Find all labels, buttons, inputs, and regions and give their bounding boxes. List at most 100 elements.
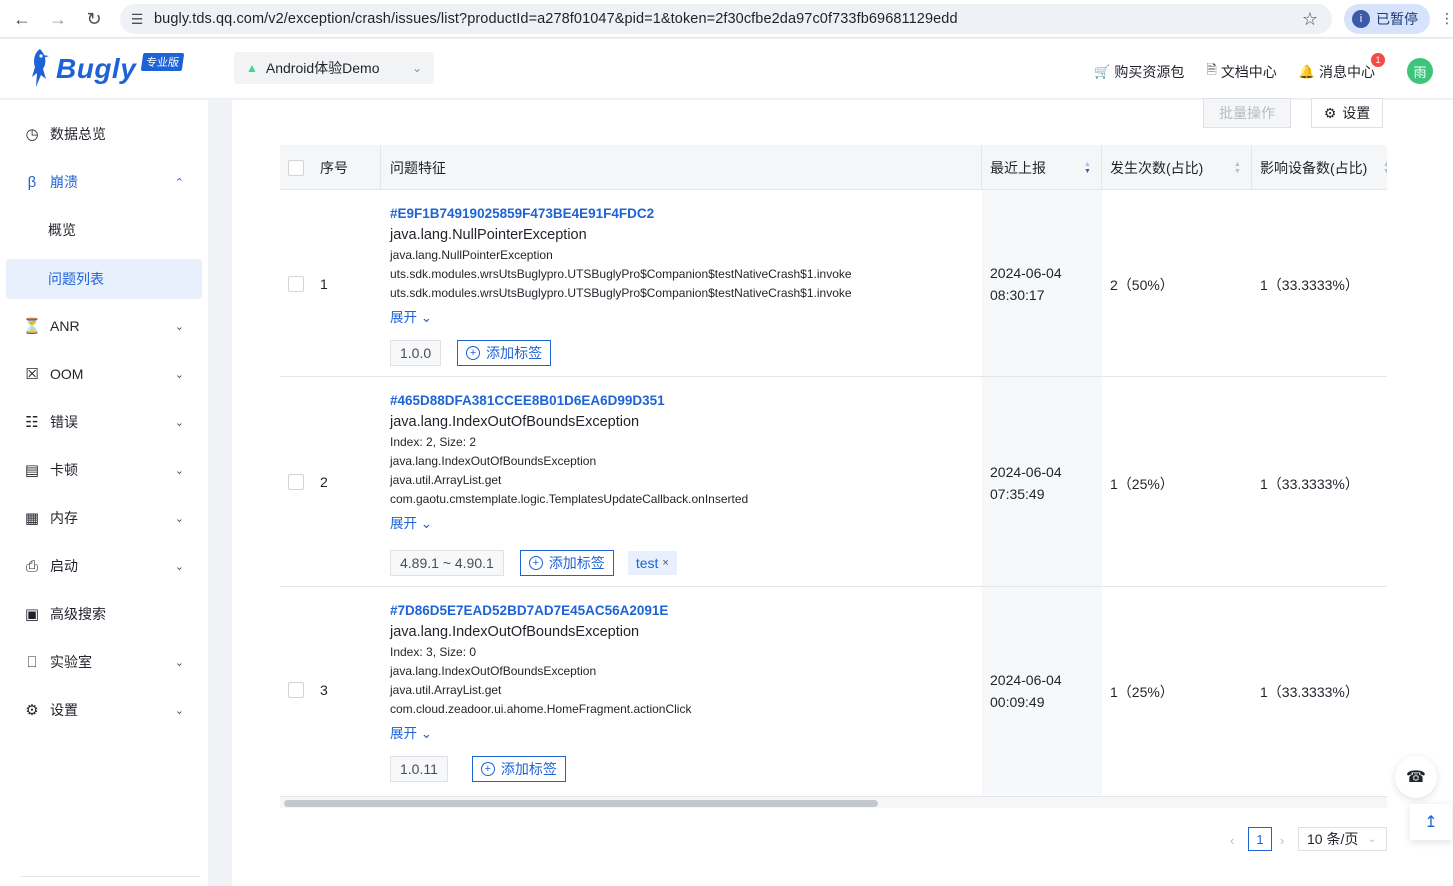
bugly-logo[interactable]: Bugly 专业版 (28, 47, 185, 91)
customer-service-headset-icon[interactable]: ☎ (1395, 756, 1437, 798)
app-selector[interactable]: ▲ Android体验Demo ⌄ (234, 52, 434, 84)
sidebar-item-settings[interactable]: ⚙ 设置 ⌄ (0, 690, 208, 730)
select-all-checkbox[interactable] (288, 145, 304, 190)
stack-line: uts.sdk.modules.wrsUtsBuglypro.UTSBuglyP… (390, 286, 852, 300)
last-report-cell: 2024-06-04 07:35:49 (990, 464, 1062, 502)
address-bar[interactable]: ☰ bugly.tds.qq.com/v2/exception/crash/is… (120, 4, 1332, 34)
sidebar-item-lab[interactable]: ⎕ 实验室 ⌄ (0, 642, 208, 682)
docs-center-link[interactable]: 🗎 文档中心 (1206, 61, 1276, 83)
sidebar-item-crash[interactable]: β 崩溃 ⌃ (0, 162, 208, 202)
sidebar-subitem-crash-overview[interactable]: 概览 (6, 210, 202, 250)
close-icon[interactable]: × (662, 557, 668, 569)
issue-id-link[interactable]: #E9F1B74919025859F473BE4E91F4FDC2 (390, 206, 852, 221)
plus-circle-icon: + (466, 346, 481, 360)
anr-icon: ⏳ (22, 318, 42, 335)
sort-devices-icon[interactable]: ▲ ▼ (1383, 161, 1387, 175)
user-avatar[interactable]: 雨 (1407, 58, 1433, 84)
reload-icon[interactable]: ↻ (76, 1, 112, 37)
last-report-cell: 2024-06-04 00:09:49 (990, 672, 1062, 710)
issue-title: java.lang.IndexOutOfBoundsException (390, 414, 640, 430)
devices-cell: 1（33.3333%） (1260, 277, 1359, 293)
expand-link[interactable]: 展开 ⌄ (390, 512, 748, 532)
occurrences-cell: 1（25%） (1110, 684, 1174, 700)
lab-icon: ⎕ (27, 653, 37, 671)
profile-paused-button[interactable]: i 已暂停 (1344, 4, 1430, 34)
header-last-report[interactable]: 最近上报 (990, 145, 1046, 190)
sort-occurrences-icon[interactable]: ▲ ▼ (1234, 161, 1241, 175)
sidebar-item-memory[interactable]: ▦ 内存 ⌄ (0, 498, 208, 538)
sidebar-divider (20, 876, 200, 877)
page-number-current[interactable]: 1 (1248, 827, 1272, 851)
settings-icon: ⚙ (25, 702, 39, 719)
expand-link[interactable]: 展开 ⌄ (390, 306, 852, 326)
sidebar-item-error[interactable]: ☷ 错误 ⌄ (0, 402, 208, 442)
more-menu-icon[interactable]: ⋮ (1440, 10, 1453, 27)
plus-circle-icon: + (528, 556, 543, 570)
pro-badge: 专业版 (141, 53, 185, 71)
issue-id-link[interactable]: #465D88DFA381CCEE8B01D6EA6D99D351 (390, 393, 748, 408)
chevron-down-icon: ⌄ (174, 512, 184, 525)
next-page-icon[interactable]: › (1280, 833, 1284, 848)
sidebar-item-advanced-search[interactable]: ▣ 高级搜索 (0, 594, 208, 634)
sidebar: ◷ 数据总览 β 崩溃 ⌃ 概览 问题列表 ⏳ ANR ⌄ ☒ OOM ⌄ ☷ … (0, 100, 208, 886)
plus-circle-icon: + (480, 762, 495, 776)
back-to-top-icon[interactable]: ↥ (1410, 804, 1452, 840)
chevron-down-icon: ⌄ (417, 310, 433, 325)
header-occurrences[interactable]: 发生次数(占比) (1110, 145, 1203, 190)
document-icon: 🗎 (1206, 62, 1217, 77)
logo-text: Bugly (56, 53, 137, 84)
sidebar-subitem-issue-list[interactable]: 问题列表 (6, 259, 202, 299)
sidebar-item-overview[interactable]: ◷ 数据总览 (0, 114, 208, 154)
header-devices[interactable]: 影响设备数(占比) (1260, 145, 1367, 190)
horizontal-scrollbar[interactable] (280, 796, 1387, 808)
issue-feature: #E9F1B74919025859F473BE4E91F4FDC2 java.l… (390, 206, 852, 366)
sidebar-item-anr[interactable]: ⏳ ANR ⌄ (0, 306, 208, 346)
batch-operation-button[interactable]: 批量操作 (1203, 98, 1291, 128)
error-icon: ☷ (25, 414, 39, 431)
add-tag-button[interactable]: + 添加标签 (457, 340, 552, 366)
sidebar-item-oom[interactable]: ☒ OOM ⌄ (0, 354, 208, 394)
issue-id-link[interactable]: #7D86D5E7EAD52BD7AD7E45AC56A2091E (390, 603, 691, 618)
expand-link[interactable]: 展开 ⌄ (390, 722, 691, 742)
prev-page-icon[interactable]: ‹ (1230, 833, 1234, 848)
header-index: 序号 (320, 159, 348, 176)
devices-cell: 1（33.3333%） (1260, 684, 1359, 700)
stack-line: com.gaotu.cmstemplate.logic.TemplatesUpd… (390, 492, 749, 506)
issue-title: java.lang.IndexOutOfBoundsException (390, 624, 640, 640)
app-name: Android体验Demo (265, 60, 380, 76)
stack-line: java.util.ArrayList.get (390, 473, 502, 487)
stack-line: java.lang.NullPointerException (390, 248, 553, 262)
message-count-badge: 1 (1371, 53, 1385, 67)
chevron-down-icon: ⌄ (174, 560, 184, 573)
table-settings-button[interactable]: ⚙ 设置 (1311, 98, 1383, 128)
add-tag-button[interactable]: + 添加标签 (471, 756, 566, 782)
sort-last-report-icon[interactable]: ▲ ▼ (1084, 161, 1091, 175)
cart-icon: 🛒 (1094, 64, 1111, 79)
bookmark-star-icon[interactable]: ☆ (1302, 9, 1318, 30)
add-tag-button[interactable]: + 添加标签 (519, 550, 614, 576)
row-index: 3 (320, 682, 328, 698)
browser-toolbar: ← → ↻ ☰ bugly.tds.qq.com/v2/exception/cr… (0, 0, 1453, 38)
scrollbar-thumb[interactable] (284, 800, 878, 807)
back-icon[interactable]: ← (4, 1, 40, 37)
message-center-link[interactable]: 🔔 消息中心 1 (1299, 53, 1385, 83)
page-size-select[interactable]: 10 条/页 ⌄ (1298, 827, 1387, 851)
android-icon: ▲ (246, 61, 258, 75)
sidebar-item-lag[interactable]: ▤ 卡顿 ⌄ (0, 450, 208, 490)
clock-icon: ◷ (25, 126, 39, 143)
lag-icon: ▤ (24, 462, 40, 479)
row-checkbox[interactable] (288, 276, 304, 292)
issue-feature: #465D88DFA381CCEE8B01D6EA6D99D351 java.l… (390, 393, 748, 576)
occurrences-cell: 1（25%） (1110, 476, 1174, 492)
sidebar-item-launch[interactable]: ⎙ 启动 ⌄ (0, 546, 208, 586)
header-feature: 问题特征 (390, 159, 446, 176)
chevron-down-icon: ⌄ (417, 726, 433, 741)
row-checkbox[interactable] (288, 682, 304, 698)
forward-icon[interactable]: → (40, 1, 76, 37)
url-text: bugly.tds.qq.com/v2/exception/crash/issu… (154, 11, 958, 27)
site-info-icon[interactable]: ☰ (120, 11, 154, 28)
stack-line: Index: 2, Size: 2 (390, 435, 477, 449)
row-checkbox[interactable] (288, 474, 304, 490)
profile-icon: i (1352, 10, 1370, 28)
buy-resources-link[interactable]: 🛒 购买资源包 (1094, 61, 1184, 83)
